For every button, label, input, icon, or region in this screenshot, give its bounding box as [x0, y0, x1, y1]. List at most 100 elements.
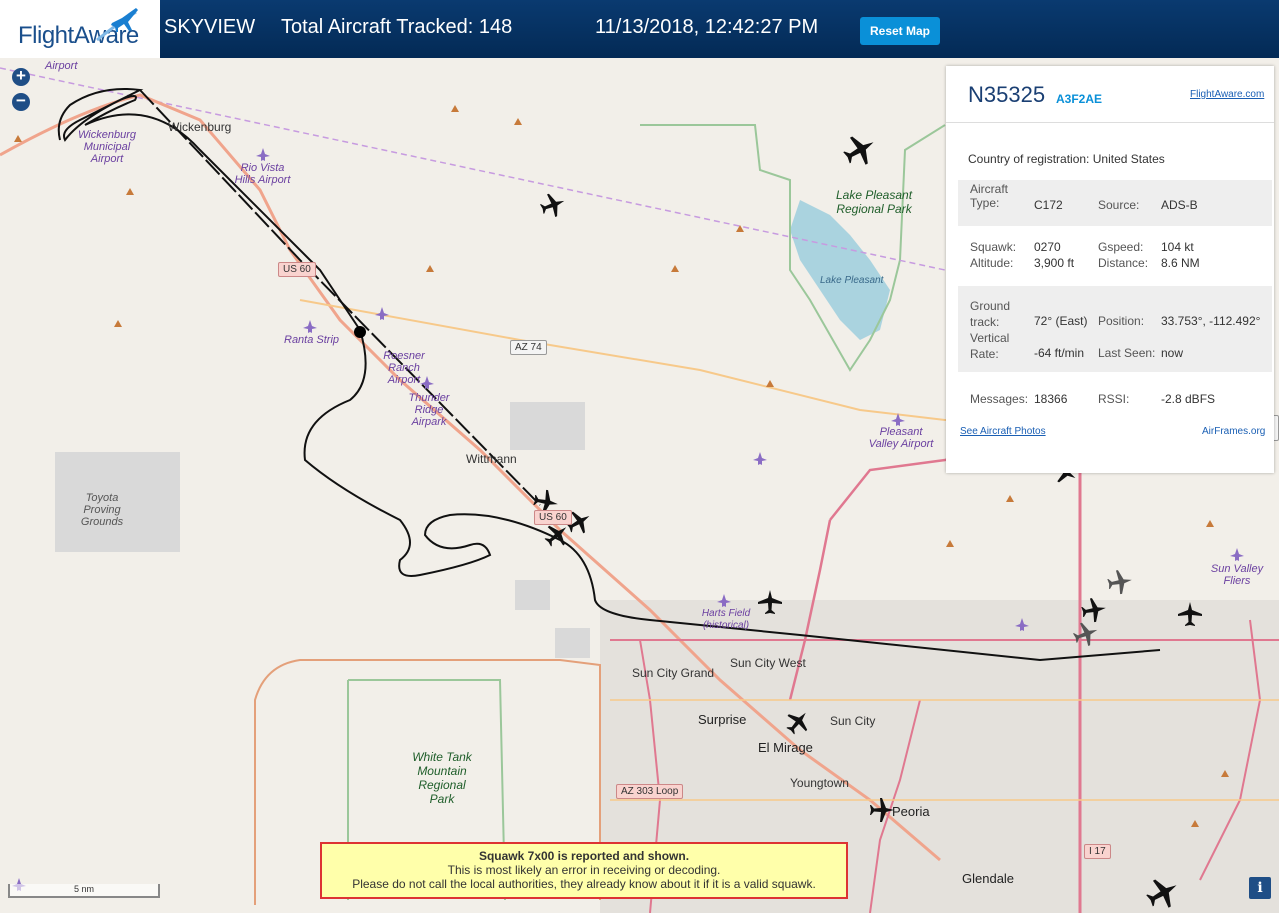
ground-track-label: Ground track: [970, 299, 1011, 329]
gspeed-label: Gspeed: [1098, 240, 1144, 254]
map-label: Airport [45, 60, 78, 72]
map-label: Toyota Proving Grounds [80, 492, 124, 528]
town-label: El Mirage [758, 740, 813, 755]
panel-divider [946, 122, 1274, 123]
aircraft-type-label: Aircraft Type: [970, 182, 1009, 210]
type-block: Aircraft Type: C172 Source: ADS-B [958, 180, 1272, 226]
airport-icon [1015, 618, 1029, 631]
aircraft-icon [1106, 568, 1134, 596]
town-label: Surprise [698, 712, 747, 727]
airport-icon [891, 413, 905, 426]
vertical-rate-value: -64 ft/min [1034, 346, 1085, 360]
airport-icon [256, 148, 270, 161]
town-label: Wickenburg [168, 120, 232, 134]
airframes-link[interactable]: AirFrames.org [1202, 426, 1265, 437]
aircraft-icon [1080, 596, 1108, 624]
route-shield: AZ 74 [510, 340, 547, 355]
messages-value: 18366 [1034, 392, 1068, 406]
aircraft-icon [870, 798, 894, 822]
source-value: ADS-B [1161, 198, 1198, 212]
plane-logo-icon [96, 8, 138, 42]
zoom-out-button[interactable]: − [12, 92, 30, 111]
rssi-label: RSSI: [1098, 392, 1130, 406]
route-shield: AZ 303 Loop [616, 784, 684, 799]
info-button[interactable]: i [1249, 877, 1271, 899]
aircraft-icon [1178, 602, 1202, 626]
airport-icon [1230, 548, 1244, 561]
reset-map-button[interactable]: Reset Map [860, 17, 940, 45]
squawk-block: Squawk: 0270 Gspeed: 104 kt Altitude: 3,… [958, 230, 1272, 282]
country-row: Country of registration: United States [968, 152, 1165, 166]
source-label: Source: [1098, 198, 1140, 212]
airport-icon [375, 307, 389, 320]
country-value: United States [1092, 152, 1165, 166]
route-shield: I 17 [1084, 844, 1111, 859]
squawk-value: 0270 [1034, 240, 1061, 254]
current-datetime: 11/13/2018, 12:42:27 PM [595, 16, 819, 38]
town-label: Youngtown [790, 776, 849, 790]
aircraft-icon [537, 189, 569, 221]
position-value: 33.753°, -112.492° [1161, 314, 1261, 328]
app-header: FlightAware SKYVIEW Total Aircraft Track… [0, 0, 1279, 58]
aircraft-icon [758, 590, 782, 614]
squawk-warning-line: Please do not call the local authorities… [352, 877, 816, 891]
town-label: Peoria [892, 804, 930, 819]
last-seen-label: Last Seen: [1098, 346, 1156, 360]
map-label: Ranta Strip [284, 334, 340, 346]
airport-icon [753, 452, 767, 465]
aircraft-icon [781, 705, 815, 739]
distance-label: Distance: [1098, 256, 1149, 270]
altitude-value: 3,900 ft [1034, 256, 1075, 270]
aircraft-info-panel: N35325 A3F2AE FlightAware.com Country of… [946, 66, 1274, 473]
town-label: Wittmann [466, 452, 517, 466]
see-aircraft-photos-link[interactable]: See Aircraft Photos [960, 426, 1046, 437]
position-label: Position: [1098, 314, 1145, 328]
squawk-warning-banner: Squawk 7x00 is reported and shown. This … [320, 842, 848, 899]
messages-block: Messages: 18366 RSSI: -2.8 dBFS [958, 382, 1272, 412]
park-label: Lake Pleasant Regional Park [835, 188, 913, 216]
flightaware-logo[interactable]: FlightAware [0, 0, 160, 58]
squawk-label: Squawk: [970, 240, 1017, 254]
map-label: Harts Field (historical) [701, 608, 751, 631]
map-label: Roesner Ranch Airport [383, 350, 425, 386]
map-label: Wickenburg Municipal Airport [78, 129, 136, 165]
messages-label: Messages: [970, 392, 1029, 406]
map-label: Lake Pleasant [820, 275, 884, 286]
squawk-warning-line: This is most likely an error in receivin… [447, 863, 721, 877]
town-label: Sun City Grand [632, 666, 715, 680]
airport-icon [717, 594, 731, 607]
last-seen-value: now [1161, 346, 1184, 360]
country-label: Country of registration: [968, 152, 1090, 166]
squawk-warning-title: Squawk 7x00 is reported and shown. [478, 849, 690, 863]
flightaware-link[interactable]: FlightAware.com [1190, 89, 1264, 100]
map-label: Rio Vista Hills Airport [234, 162, 291, 186]
track-block: Ground track: 72° (East) Position: 33.75… [958, 286, 1272, 372]
distance-value: 8.6 NM [1161, 256, 1200, 270]
aircraft-icon [838, 128, 882, 172]
route-shield: US 60 [534, 510, 572, 525]
town-label: Glendale [962, 871, 1015, 886]
rssi-value: -2.8 dBFS [1161, 392, 1216, 406]
map-label: Pleasant Valley Airport [868, 426, 934, 450]
route-shield: US 60 [278, 262, 316, 277]
zoom-in-button[interactable]: + [12, 67, 30, 86]
map-label: Sun Valley Fliers [1210, 563, 1264, 587]
aircraft-hex: A3F2AE [1056, 92, 1103, 106]
altitude-label: Altitude: [970, 256, 1014, 270]
map-label: Thunder Ridge Airpark [408, 392, 450, 428]
map-scale-bar: 5 nm [8, 884, 160, 898]
town-label: Sun City [830, 714, 876, 728]
town-label: Sun City West [730, 656, 806, 670]
park-label: White Tank Mountain Regional Park [412, 750, 472, 806]
aircraft-registration: N35325 [968, 82, 1046, 107]
gspeed-value: 104 kt [1161, 240, 1194, 254]
map-canvas[interactable]: Airport Wickenburg Municipal Airport Wic… [0, 58, 1279, 913]
total-aircraft-tracked: Total Aircraft Tracked: 148 [281, 16, 513, 38]
aircraft-icon [1070, 618, 1102, 650]
ground-track-value: 72° (East) [1034, 314, 1088, 328]
aircraft-type-value: C172 [1034, 198, 1063, 212]
airport-icon [303, 320, 317, 333]
vertical-rate-label: Vertical Rate: [970, 331, 1010, 361]
skyview-title: SKYVIEW [164, 16, 256, 38]
aircraft-icon [1141, 871, 1185, 913]
